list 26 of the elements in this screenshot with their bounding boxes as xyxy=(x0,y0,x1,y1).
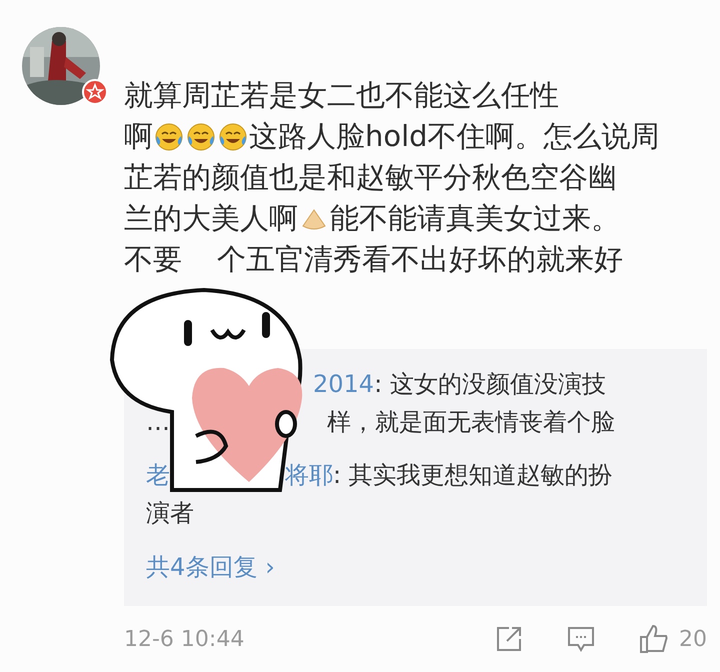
comment-text: 兰的大美人啊 xyxy=(124,200,298,237)
comment-text: 就算周芷若是女二也不能这么任性 xyxy=(124,77,559,114)
laughing-crying-emoji-icon xyxy=(154,122,184,152)
timestamp: 12-6 10:44 xyxy=(124,626,244,652)
username-link[interactable]: 老 xyxy=(146,456,170,494)
comment-text: 个五官清秀看不出好坏的就来好 xyxy=(217,241,623,278)
comment-text: 不要 xyxy=(124,241,182,278)
comment-icon[interactable] xyxy=(567,625,595,653)
username-link[interactable]: 2014 xyxy=(313,365,374,403)
comment-text: 啊 xyxy=(124,118,153,155)
comment-text: 能不能请真美女过来。 xyxy=(330,200,620,237)
comment-text: 芷若的颜值也是和赵敏平分秋色空谷幽 xyxy=(124,159,617,196)
username-link[interactable]: 将耶 xyxy=(285,456,333,494)
comment-text: : 这女的没颜值没演技 xyxy=(374,369,606,400)
comment-text: : 其实我更想知道赵敏的扮 xyxy=(333,460,613,491)
thumbs-up-icon[interactable] xyxy=(639,624,669,654)
share-icon[interactable] xyxy=(495,625,523,653)
comment-text: 演者 xyxy=(146,498,194,529)
laughing-crying-emoji-icon xyxy=(186,122,216,152)
more-replies-link[interactable]: 共4条回复 › xyxy=(146,551,275,583)
laughing-crying-emoji-icon xyxy=(218,122,248,152)
comment-text: … xyxy=(146,407,170,438)
like-count: 20 xyxy=(679,626,707,652)
comment-text: 这路人脸hold不住啊。怎么说周 xyxy=(249,118,660,155)
comment-text: 样，就是面无表情丧着个脸 xyxy=(327,407,615,438)
verified-badge-icon xyxy=(82,79,108,105)
